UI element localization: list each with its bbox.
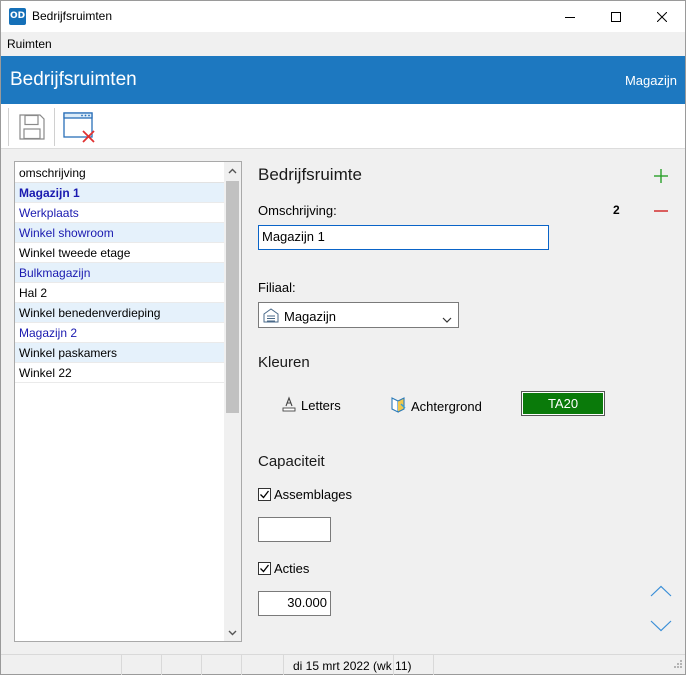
list-item[interactable]: Bulkmagazijn <box>15 263 224 283</box>
description-label: Omschrijving: <box>258 203 337 218</box>
list-item[interactable]: Magazijn 2 <box>15 323 224 343</box>
checkmark-icon <box>260 490 270 499</box>
maximize-icon <box>611 11 621 22</box>
checkmark-icon <box>260 564 270 573</box>
letters-color-button[interactable]: Letters <box>282 396 341 415</box>
actions-field[interactable]: 30.000 <box>258 591 331 616</box>
description-field[interactable]: Magazijn 1 <box>258 225 549 250</box>
rooms-list[interactable]: omschrijving Magazijn 1 Werkplaats Winke… <box>14 161 242 642</box>
list-scrollbar[interactable] <box>224 162 241 641</box>
capacity-title: Capaciteit <box>258 453 325 470</box>
scroll-up-button[interactable] <box>224 162 241 179</box>
close-window-button[interactable] <box>59 107 99 147</box>
maximize-button[interactable] <box>593 1 639 32</box>
toolbar-separator <box>54 108 55 146</box>
page-title: Bedrijfsruimten <box>10 69 137 90</box>
previous-record-button[interactable] <box>649 579 673 603</box>
background-color-button[interactable]: Achtergrond <box>390 396 482 416</box>
app-icon: OD <box>9 8 26 25</box>
window-title: Bedrijfsruimten <box>32 9 113 23</box>
remove-button[interactable] <box>649 199 673 223</box>
status-divider <box>283 655 284 675</box>
fill-color-icon <box>390 396 408 416</box>
title-bar: OD Bedrijfsruimten <box>1 1 685 32</box>
page-header: Bedrijfsruimten Magazijn <box>1 56 685 104</box>
assemblies-checkbox[interactable]: Assemblages <box>258 487 352 502</box>
list-item[interactable]: Winkel 22 <box>15 363 224 383</box>
list-item[interactable]: Werkplaats <box>15 203 224 223</box>
list-item[interactable]: Winkel benedenverdieping <box>15 303 224 323</box>
status-divider <box>161 655 162 675</box>
application-window: OD Bedrijfsruimten Ruimten Bedrijfsruimt… <box>0 0 686 675</box>
close-window-icon <box>63 112 95 143</box>
save-button[interactable] <box>12 107 52 147</box>
section-title: Bedrijfsruimte <box>258 165 362 184</box>
chevron-up-icon <box>650 585 672 597</box>
list-item[interactable]: Winkel tweede etage <box>15 243 224 263</box>
status-divider <box>201 655 202 675</box>
resize-grip-icon[interactable] <box>673 657 683 672</box>
minimize-button[interactable] <box>547 1 593 32</box>
list-item[interactable]: Hal 2 <box>15 283 224 303</box>
close-icon <box>657 11 667 22</box>
scroll-thumb[interactable] <box>226 181 239 413</box>
status-divider <box>121 655 122 675</box>
chevron-up-icon <box>228 168 237 173</box>
chevron-down-icon <box>442 311 452 326</box>
actions-label: Acties <box>274 561 310 576</box>
menu-ruimten[interactable]: Ruimten <box>7 37 52 51</box>
chevron-down-icon <box>650 620 672 632</box>
branch-label: Filiaal: <box>258 280 296 295</box>
toolbar <box>1 104 685 149</box>
menu-bar: Ruimten <box>1 32 685 56</box>
list-item[interactable]: Winkel showroom <box>15 223 224 243</box>
color-swatch[interactable]: TA20 <box>521 391 605 416</box>
status-divider <box>433 655 434 675</box>
plus-icon <box>654 169 668 183</box>
status-divider <box>393 655 394 675</box>
assemblies-label: Assemblages <box>274 487 353 502</box>
scroll-down-button[interactable] <box>224 624 241 641</box>
background-label: Achtergrond <box>411 398 482 414</box>
list-column-header[interactable]: omschrijving <box>15 162 224 183</box>
list-item[interactable]: Winkel paskamers <box>15 343 224 363</box>
status-divider <box>241 655 242 675</box>
actions-checkbox[interactable]: Acties <box>258 561 309 576</box>
chevron-down-icon <box>228 630 237 635</box>
checkbox-box[interactable] <box>258 562 271 575</box>
assemblies-field[interactable] <box>258 517 331 542</box>
letters-label: Letters <box>301 398 341 413</box>
text-color-icon <box>282 396 296 415</box>
record-counter: 2 <box>613 203 620 217</box>
status-bar: di 15 mrt 2022 (wk 11) <box>1 654 685 675</box>
warehouse-icon <box>263 308 279 326</box>
colors-title: Kleuren <box>258 354 310 371</box>
next-record-button[interactable] <box>649 614 673 638</box>
list-item[interactable]: Magazijn 1 <box>15 183 224 203</box>
close-button[interactable] <box>639 1 685 32</box>
save-icon <box>19 114 45 140</box>
toolbar-grip <box>8 108 9 146</box>
header-context: Magazijn <box>624 73 677 88</box>
branch-select[interactable]: Magazijn <box>258 302 459 328</box>
branch-select-value: Magazijn <box>284 309 337 324</box>
minimize-icon <box>565 16 575 18</box>
list-rows: Magazijn 1 Werkplaats Winkel showroom Wi… <box>15 183 224 383</box>
minus-icon <box>654 210 668 212</box>
checkbox-box[interactable] <box>258 488 271 501</box>
add-button[interactable] <box>649 164 673 188</box>
